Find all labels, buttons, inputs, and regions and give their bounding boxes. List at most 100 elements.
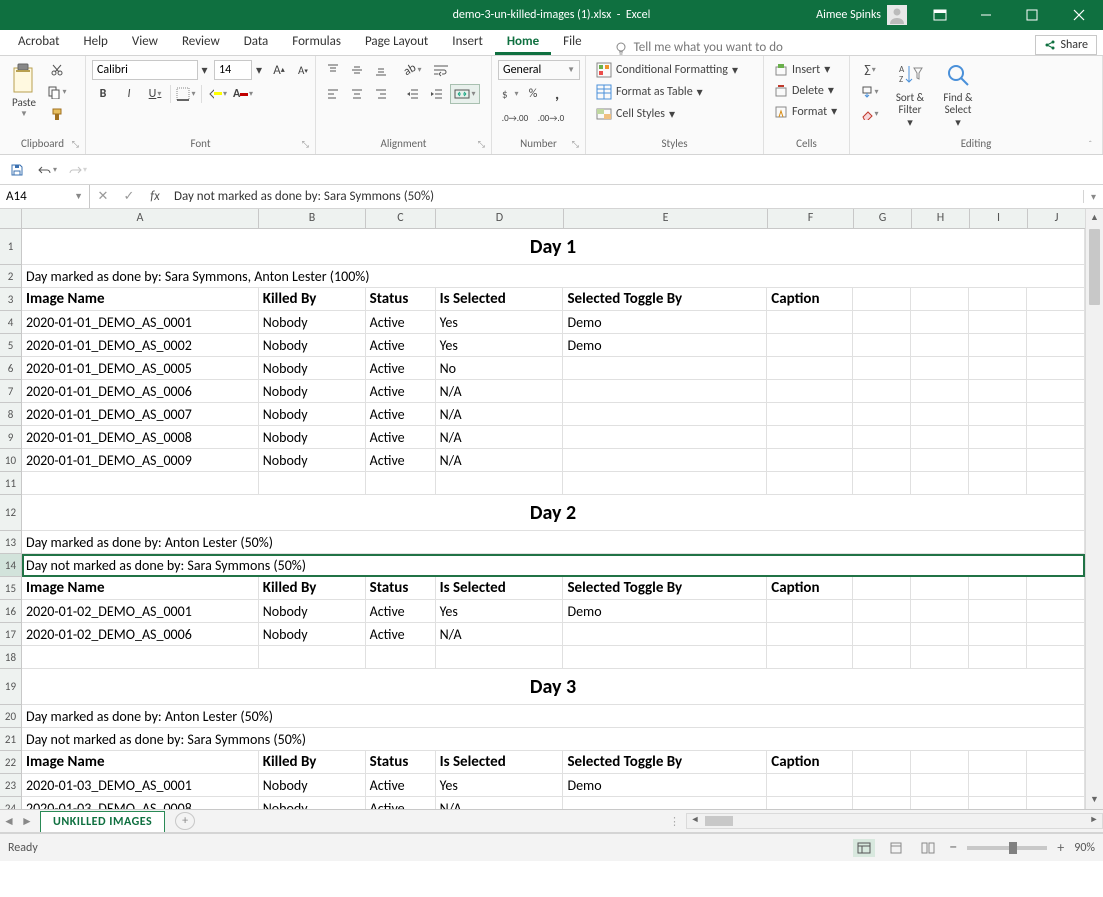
cell[interactable]	[436, 646, 564, 669]
cell[interactable]	[853, 472, 911, 495]
cell[interactable]: Image Name	[22, 751, 259, 774]
cell[interactable]	[969, 797, 1027, 809]
cell[interactable]	[969, 600, 1027, 623]
scroll-left-button[interactable]: ◄	[687, 814, 703, 828]
cell[interactable]: Yes	[436, 600, 564, 623]
cell[interactable]	[853, 577, 911, 600]
redo-button[interactable]: ▾	[66, 160, 88, 180]
cell[interactable]	[969, 334, 1027, 357]
cell[interactable]: Caption	[767, 751, 853, 774]
tab-nav-prev[interactable]: ◄	[0, 814, 18, 829]
cell[interactable]: Killed By	[259, 577, 366, 600]
zoom-level[interactable]: 90%	[1074, 841, 1095, 855]
row-header[interactable]: 15	[0, 577, 22, 600]
page-break-view-button[interactable]	[917, 839, 939, 857]
cell[interactable]	[1027, 288, 1085, 311]
clear-button[interactable]: ▾	[856, 104, 884, 124]
cell[interactable]	[259, 646, 366, 669]
cell[interactable]	[767, 311, 853, 334]
cell[interactable]: 2020-01-02_DEMO_AS_0001	[22, 600, 259, 623]
cell[interactable]: N/A	[436, 449, 564, 472]
name-box[interactable]: A14▼	[0, 185, 90, 208]
menu-acrobat[interactable]: Acrobat	[6, 30, 72, 55]
find-select-button[interactable]: Find & Select▾	[936, 60, 980, 131]
cell[interactable]: Nobody	[259, 623, 366, 646]
format-as-table-button[interactable]: Format as Table▾	[592, 82, 742, 102]
merged-cell[interactable]: Day not marked as done by: Sara Symmons …	[22, 554, 1085, 577]
cell[interactable]	[853, 403, 911, 426]
cell[interactable]: Nobody	[259, 311, 366, 334]
cell[interactable]: 2020-01-01_DEMO_AS_0002	[22, 334, 259, 357]
cell[interactable]	[911, 774, 969, 797]
cell[interactable]	[853, 288, 911, 311]
close-button[interactable]	[1055, 0, 1103, 30]
cell[interactable]: Demo	[563, 311, 767, 334]
cell[interactable]	[969, 751, 1027, 774]
cell[interactable]: Killed By	[259, 288, 366, 311]
row-header[interactable]: 9	[0, 426, 22, 449]
cell[interactable]	[911, 600, 969, 623]
chevron-down-icon[interactable]: ▾	[252, 60, 266, 80]
cell[interactable]: Demo	[563, 334, 767, 357]
cell[interactable]: Demo	[563, 774, 767, 797]
day-title-cell[interactable]: Day 3	[22, 669, 1085, 705]
column-header-G[interactable]: G	[854, 209, 912, 228]
cell[interactable]	[563, 449, 767, 472]
orientation-button[interactable]: ab▾	[402, 60, 424, 80]
row-header[interactable]: 7	[0, 380, 22, 403]
sort-filter-button[interactable]: AZ Sort & Filter▾	[888, 60, 932, 131]
cell[interactable]	[767, 426, 853, 449]
cell[interactable]: Is Selected	[436, 577, 564, 600]
cell[interactable]: Nobody	[259, 380, 366, 403]
menu-formulas[interactable]: Formulas	[280, 30, 353, 55]
cell[interactable]	[1027, 797, 1085, 809]
cell[interactable]: Active	[366, 797, 436, 809]
cell[interactable]	[767, 774, 853, 797]
cell[interactable]	[969, 623, 1027, 646]
cell[interactable]	[969, 311, 1027, 334]
accounting-format-button[interactable]: $▾	[498, 84, 520, 104]
cell[interactable]	[563, 426, 767, 449]
cell[interactable]: 2020-01-01_DEMO_AS_0009	[22, 449, 259, 472]
cell[interactable]: Active	[366, 311, 436, 334]
cell[interactable]: Active	[366, 426, 436, 449]
cell[interactable]	[767, 334, 853, 357]
cell[interactable]	[1027, 449, 1085, 472]
increase-font-button[interactable]: A▴	[268, 60, 290, 80]
paste-button[interactable]: Paste ▼	[6, 60, 42, 121]
cell[interactable]	[767, 646, 853, 669]
percent-format-button[interactable]: %	[522, 84, 544, 104]
cell[interactable]: Active	[366, 380, 436, 403]
page-layout-view-button[interactable]	[885, 839, 907, 857]
zoom-in-button[interactable]: +	[1057, 839, 1064, 856]
horizontal-scrollbar[interactable]: ◄ ►	[686, 813, 1103, 829]
row-header[interactable]: 19	[0, 669, 22, 705]
share-button[interactable]: Share	[1035, 35, 1097, 55]
cell[interactable]	[969, 380, 1027, 403]
cell[interactable]	[911, 403, 969, 426]
save-button[interactable]	[6, 160, 28, 180]
increase-indent-button[interactable]	[426, 84, 448, 104]
cell[interactable]	[911, 334, 969, 357]
vertical-scrollbar[interactable]: ▲ ▼	[1085, 209, 1103, 809]
enter-formula-button[interactable]: ✓	[116, 189, 142, 204]
row-header[interactable]: 2	[0, 265, 22, 288]
scrollbar-thumb[interactable]	[1089, 229, 1100, 305]
ribbon-display-options[interactable]	[917, 0, 963, 30]
cell[interactable]: Status	[366, 288, 436, 311]
maximize-button[interactable]	[1009, 0, 1055, 30]
dialog-launcher-icon[interactable]: ⤡	[302, 139, 309, 150]
cell[interactable]	[911, 646, 969, 669]
cell[interactable]	[969, 577, 1027, 600]
autosum-button[interactable]: ∑▾	[856, 60, 884, 80]
tab-nav-next[interactable]: ►	[18, 814, 36, 829]
cell[interactable]	[563, 357, 767, 380]
dialog-launcher-icon[interactable]: ⤡	[478, 139, 485, 150]
bold-button[interactable]: B	[92, 84, 114, 104]
cell[interactable]	[767, 403, 853, 426]
cell[interactable]	[911, 797, 969, 809]
cell[interactable]	[853, 357, 911, 380]
scroll-up-button[interactable]: ▲	[1086, 209, 1103, 227]
cell[interactable]: Yes	[436, 311, 564, 334]
cell[interactable]	[22, 472, 259, 495]
